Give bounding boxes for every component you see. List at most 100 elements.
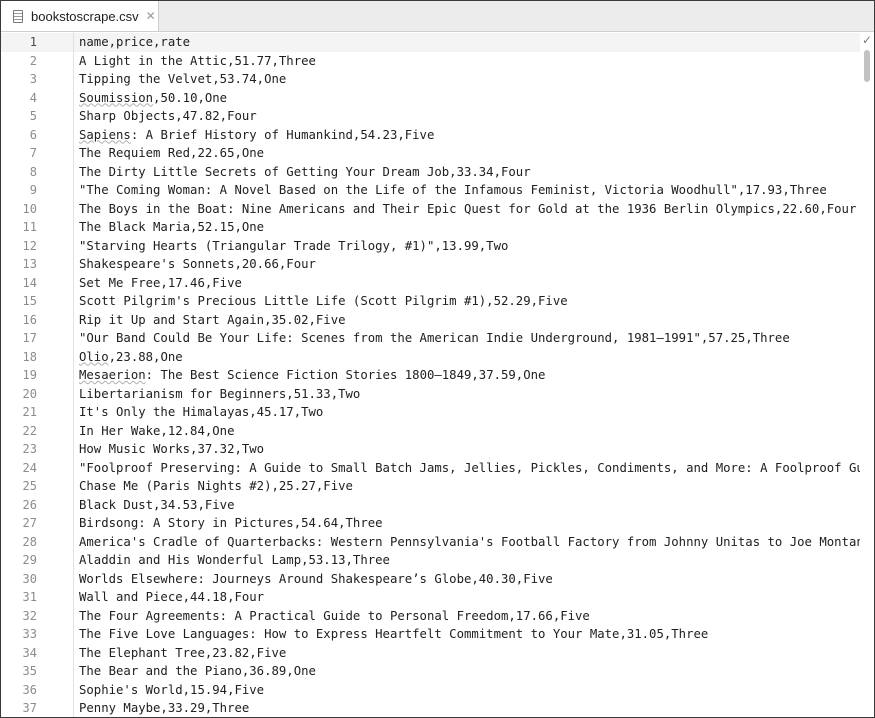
code-line[interactable]: Shakespeare's Sonnets,20.66,Four: [74, 255, 860, 274]
line-number: 22: [22, 423, 37, 438]
code-line-text: "Our Band Could Be Your Life: Scenes fro…: [79, 331, 790, 345]
code-line-text: America's Cradle of Quarterbacks: Wester…: [79, 534, 860, 549]
line-number: 21: [22, 405, 37, 419]
code-line-text: The Five Love Languages: How to Express …: [79, 627, 709, 641]
code-line[interactable]: Olio,23.88,One: [74, 348, 860, 367]
code-line[interactable]: Sophie's World,15.94,Five: [74, 681, 860, 700]
text-editor[interactable]: 1 2 3 4 5 6 7 8 9 10 11 12 13 14 15 16 17 18 19 20 21 22 23 24 2…: [1, 32, 874, 717]
code-line-text: Rip it Up and Start Again,35.02,Five: [79, 312, 346, 327]
code-line-text: "Starving Hearts (Triangular Trade Trilo…: [79, 238, 509, 253]
code-line-text: Aladdin and His Wonderful Lamp,53.13,Thr…: [79, 553, 390, 567]
line-number: 19: [22, 368, 37, 382]
code-line[interactable]: Rip it Up and Start Again,35.02,Five: [74, 311, 860, 330]
code-line-text: Set Me Free,17.46,Five: [79, 275, 242, 290]
code-line-text: The Black Maria,52.15,One: [79, 220, 265, 234]
line-number: 6: [29, 127, 37, 142]
code-line[interactable]: The Elephant Tree,23.82,Five: [74, 644, 860, 663]
line-number: 34: [22, 645, 37, 660]
code-line[interactable]: The Black Maria,52.15,One: [74, 218, 860, 237]
line-number: 5: [29, 109, 37, 123]
close-icon[interactable]: ✕: [146, 10, 156, 22]
line-number: 15: [22, 294, 37, 308]
code-line[interactable]: Libertarianism for Beginners,51.33,Two: [74, 385, 860, 404]
code-line-text: Wall and Piece,44.18,Four: [79, 590, 265, 604]
code-line[interactable]: The Requiem Red,22.65,One: [74, 144, 860, 163]
code-area[interactable]: name,price,rate A Light in the Attic,51.7…: [74, 32, 860, 717]
code-line[interactable]: The Dirty Little Secrets of Getting Your…: [74, 163, 860, 182]
code-line[interactable]: Tipping the Velvet,53.74,One: [74, 70, 860, 89]
code-line[interactable]: "The Coming Woman: A Novel Based on the …: [74, 181, 860, 200]
code-line-text: The Dirty Little Secrets of Getting Your…: [79, 164, 531, 179]
line-number: 27: [22, 516, 37, 530]
code-line-text: Sapiens: A Brief History of Humankind,54…: [79, 127, 435, 142]
code-line[interactable]: Aladdin and His Wonderful Lamp,53.13,Thr…: [74, 551, 860, 570]
line-number: 16: [22, 312, 37, 327]
code-line[interactable]: Soumission,50.10,One: [74, 89, 860, 108]
line-number: 7: [29, 146, 37, 160]
code-line-text: Sharp Objects,47.82,Four: [79, 109, 257, 123]
code-line[interactable]: Worlds Elsewhere: Journeys Around Shakes…: [74, 570, 860, 589]
code-line[interactable]: Penny Maybe,33.29,Three: [74, 699, 860, 717]
line-number: 12: [22, 238, 37, 253]
code-line[interactable]: The Five Love Languages: How to Express …: [74, 625, 860, 644]
code-line[interactable]: "Our Band Could Be Your Life: Scenes fro…: [74, 329, 860, 348]
code-line-text: Tipping the Velvet,53.74,One: [79, 72, 287, 86]
code-line-text: Libertarianism for Beginners,51.33,Two: [79, 386, 361, 401]
checkmark-icon: ✓: [861, 33, 872, 47]
code-line[interactable]: Sharp Objects,47.82,Four: [74, 107, 860, 126]
line-number: 29: [22, 553, 37, 567]
code-line-text: The Boys in the Boat: Nine Americans and…: [79, 201, 857, 216]
code-line[interactable]: name,price,rate: [74, 33, 860, 52]
code-line-text: The Elephant Tree,23.82,Five: [79, 645, 287, 660]
code-line[interactable]: How Music Works,37.32,Two: [74, 440, 860, 459]
code-line-text: Worlds Elsewhere: Journeys Around Shakes…: [79, 571, 553, 586]
code-line[interactable]: The Four Agreements: A Practical Guide t…: [74, 607, 860, 626]
line-number: 3: [29, 72, 37, 86]
code-line[interactable]: Chase Me (Paris Nights #2),25.27,Five: [74, 477, 860, 496]
line-number: 18: [22, 349, 37, 364]
line-number: 37: [22, 701, 37, 715]
vertical-scrollbar[interactable]: ✓: [860, 32, 874, 717]
code-line[interactable]: It's Only the Himalayas,45.17,Two: [74, 403, 860, 422]
line-number: 4: [29, 90, 37, 105]
code-line[interactable]: Mesaerion: The Best Science Fiction Stor…: [74, 366, 860, 385]
line-number: 13: [22, 257, 37, 271]
code-line[interactable]: The Bear and the Piano,36.89,One: [74, 662, 860, 681]
line-number: 2: [29, 53, 37, 68]
code-line-text: The Bear and the Piano,36.89,One: [79, 664, 316, 678]
code-line[interactable]: Birdsong: A Story in Pictures,54.64,Thre…: [74, 514, 860, 533]
code-line-text: A Light in the Attic,51.77,Three: [79, 53, 316, 68]
line-number: 20: [22, 386, 37, 401]
line-number: 25: [22, 479, 37, 493]
code-line-text: "Foolproof Preserving: A Guide to Small …: [79, 460, 860, 475]
tab-bookstoscrape-csv[interactable]: bookstoscrape.csv ✕: [1, 1, 159, 31]
code-line[interactable]: A Light in the Attic,51.77,Three: [74, 52, 860, 71]
line-number: 28: [22, 534, 37, 549]
line-number: 31: [22, 590, 37, 604]
code-line-text: Sophie's World,15.94,Five: [79, 682, 265, 697]
code-line[interactable]: "Starving Hearts (Triangular Trade Trilo…: [74, 237, 860, 256]
code-line-text: Black Dust,34.53,Five: [79, 497, 235, 512]
code-line[interactable]: Sapiens: A Brief History of Humankind,54…: [74, 126, 860, 145]
scroll-thumb[interactable]: [864, 50, 870, 82]
code-line[interactable]: Black Dust,34.53,Five: [74, 496, 860, 515]
code-line[interactable]: In Her Wake,12.84,One: [74, 422, 860, 441]
code-line[interactable]: America's Cradle of Quarterbacks: Wester…: [74, 533, 860, 552]
code-line[interactable]: Wall and Piece,44.18,Four: [74, 588, 860, 607]
line-number: 1: [29, 35, 37, 49]
line-number: 11: [22, 220, 37, 234]
line-number: 32: [22, 608, 37, 623]
code-line[interactable]: The Boys in the Boat: Nine Americans and…: [74, 200, 860, 219]
code-line[interactable]: "Foolproof Preserving: A Guide to Small …: [74, 459, 860, 478]
code-line[interactable]: Set Me Free,17.46,Five: [74, 274, 860, 293]
code-line-text: The Four Agreements: A Practical Guide t…: [79, 608, 590, 623]
code-line-text: Birdsong: A Story in Pictures,54.64,Thre…: [79, 516, 383, 530]
code-line-text: Scott Pilgrim's Precious Little Life (Sc…: [79, 294, 568, 308]
file-icon: [13, 9, 23, 23]
code-line-text: "The Coming Woman: A Novel Based on the …: [79, 183, 827, 197]
line-number: 23: [22, 442, 37, 456]
line-number: 24: [22, 460, 37, 475]
code-line[interactable]: Scott Pilgrim's Precious Little Life (Sc…: [74, 292, 860, 311]
code-line-text: It's Only the Himalayas,45.17,Two: [79, 405, 324, 419]
code-line-text: Shakespeare's Sonnets,20.66,Four: [79, 257, 316, 271]
